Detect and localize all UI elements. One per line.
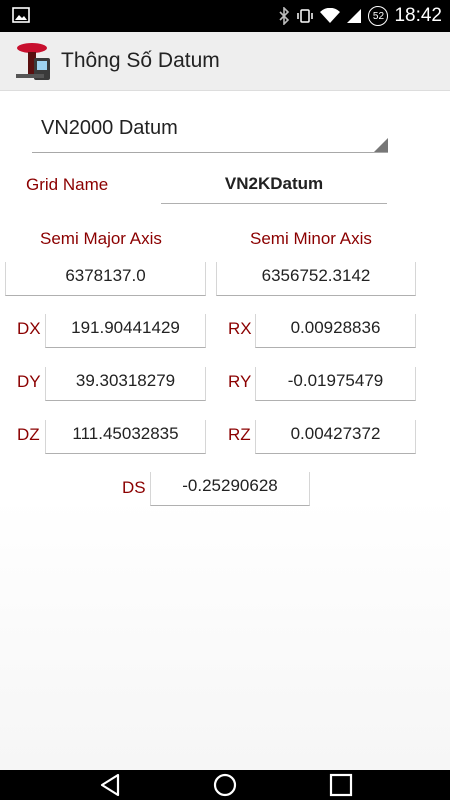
dy-field[interactable]: 39.30318279 [45,367,206,401]
rx-label: RX [228,319,252,338]
dx-value: 191.90441429 [71,318,180,337]
semi-major-axis-label: Semi Major Axis [40,229,162,248]
dz-field[interactable]: 111.45032835 [45,420,206,454]
grid-name-label: Grid Name [26,175,109,194]
ry-field[interactable]: -0.01975479 [255,367,416,401]
grid-name-value: VN2KDatum [224,174,324,193]
app-bar: Thông Số Datum [0,32,450,91]
dx-label: DX [17,319,41,338]
home-icon[interactable] [210,772,240,798]
dz-value: 111.45032835 [72,424,179,443]
semi-minor-axis-label: Semi Minor Axis [250,229,372,248]
image-notification-icon [12,7,30,23]
battery-level: 52 [372,10,385,22]
battery-icon: 52 [368,6,389,26]
semi-major-axis-value: 6378137.0 [65,266,146,285]
rx-field[interactable]: 0.00928836 [255,314,416,348]
dropdown-arrow-icon [374,138,388,152]
navigation-bar [0,770,450,800]
back-icon[interactable] [96,772,126,798]
dx-field[interactable]: 191.90441429 [45,314,206,348]
status-bar: 52 18:42 [0,0,450,32]
signal-icon [347,9,362,23]
semi-minor-axis-value: 6356752.3142 [261,266,371,285]
recents-icon[interactable] [326,772,356,798]
vibrate-icon [297,9,314,23]
rz-field[interactable]: 0.00427372 [255,420,416,454]
ds-field[interactable]: -0.25290628 [150,472,310,506]
grid-name-field[interactable]: VN2KDatum [161,168,387,204]
semi-minor-axis-field[interactable]: 6356752.3142 [216,262,416,296]
ds-value: -0.25290628 [182,476,278,495]
datum-selector-value: VN2000 Datum [41,117,178,139]
rz-value: 0.00427372 [290,424,381,443]
page-title: Thông Số Datum [61,49,220,72]
gps-receiver-logo-icon [16,43,50,80]
ry-value: -0.01975479 [287,371,384,390]
dz-label: DZ [17,425,40,444]
datum-selector[interactable]: VN2000 Datum [32,114,388,153]
wifi-icon [320,8,341,23]
dy-value: 39.30318279 [75,371,176,390]
semi-major-axis-field[interactable]: 6378137.0 [5,262,206,296]
rx-value: 0.00928836 [290,318,381,337]
rz-label: RZ [228,425,251,444]
dy-label: DY [17,372,41,391]
ry-label: RY [228,372,252,391]
ds-label: DS [122,478,146,497]
bluetooth-icon [279,7,290,25]
status-time: 18:42 [394,5,442,26]
